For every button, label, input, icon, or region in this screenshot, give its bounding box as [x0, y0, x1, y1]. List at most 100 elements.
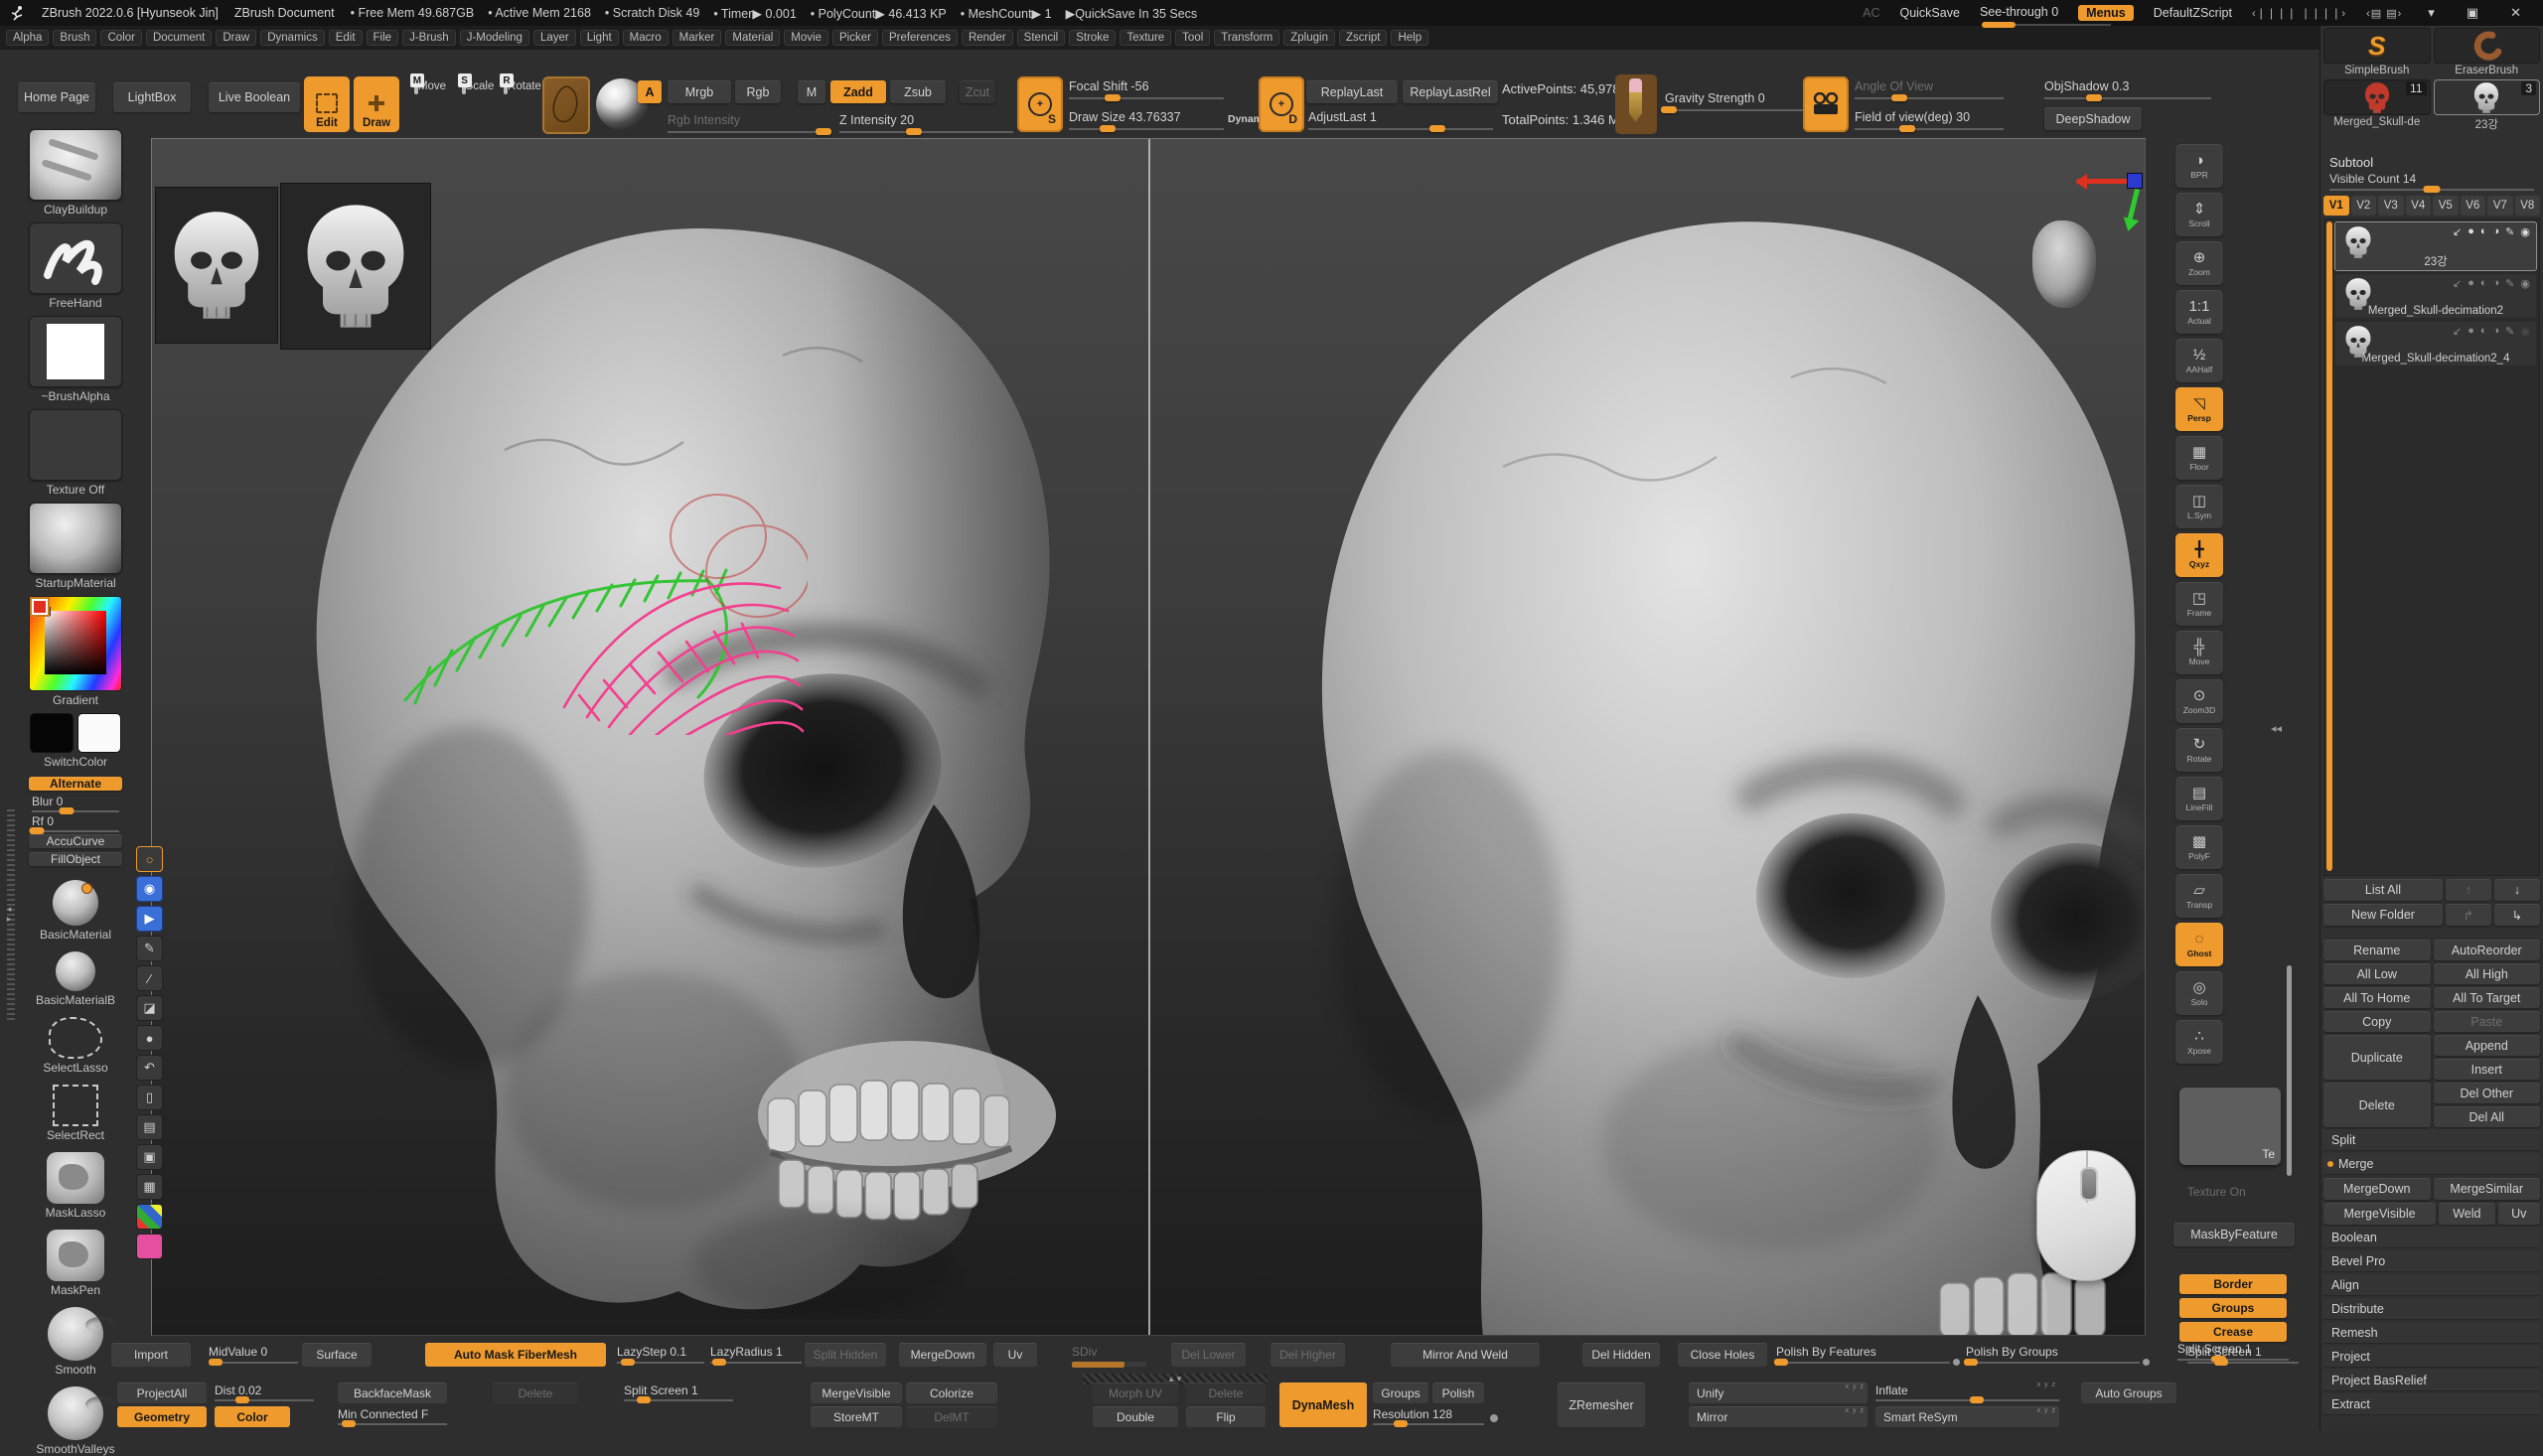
mirror-button[interactable]: Mirrorx y z [1689, 1406, 1868, 1427]
field-of-view-slider[interactable]: Field of view(deg) 30 [1855, 110, 2004, 130]
section-header[interactable]: Bevel Pro [2323, 1250, 2540, 1272]
move-button[interactable]: M Move [409, 80, 451, 92]
projection-delete-button[interactable]: Delete [493, 1383, 578, 1403]
mergevisible-button[interactable]: MergeVisible [2323, 1203, 2436, 1225]
lazystep-slider[interactable]: LazyStep 0.1 [617, 1343, 704, 1367]
tool-slot-current[interactable]: 3 23강 [2434, 79, 2541, 132]
draw-button[interactable]: Draw [354, 76, 399, 132]
move-into-button[interactable]: ↳ [2494, 904, 2540, 926]
all-to-home-button[interactable]: All To Home [2323, 987, 2431, 1008]
live-boolean-button[interactable]: Live Boolean [209, 82, 300, 112]
ghost-button[interactable]: ◌ Ghost [2175, 923, 2223, 966]
uv-merge-button[interactable]: Uv [2498, 1203, 2540, 1225]
camera-icon[interactable] [1803, 76, 1849, 132]
subtool-variant-tab[interactable]: V6 [2461, 196, 2486, 216]
flip-button[interactable]: Flip [1186, 1406, 1266, 1427]
menu-item[interactable]: J-Brush [402, 30, 456, 46]
uv-toggle-icon[interactable]: ◐ [2480, 277, 2487, 290]
menu-item[interactable]: Picker [832, 30, 878, 46]
mask-groups-button[interactable]: Groups [2179, 1298, 2287, 1318]
close-holes-button[interactable]: Close Holes [1678, 1343, 1767, 1367]
obj-shadow-slider[interactable]: ObjShadow 0.3 [2044, 79, 2211, 99]
m-button[interactable]: M [798, 80, 825, 103]
all-to-target-button[interactable]: All To Target [2434, 987, 2541, 1008]
menu-item[interactable]: Movie [784, 30, 828, 46]
section-header[interactable]: Project BasRelief [2323, 1370, 2540, 1391]
home-page-button[interactable]: Home Page [18, 82, 95, 112]
tray-resize-handle[interactable] [7, 809, 15, 1023]
qxyz-button[interactable]: ╋ Qxyz [2175, 533, 2223, 577]
alpha-slot[interactable]: ~BrushAlpha [28, 316, 123, 403]
main-color-swatch[interactable] [30, 713, 74, 753]
zoom3d-button[interactable]: ⊙ Zoom3D [2175, 679, 2223, 723]
mask-lasso[interactable]: MaskLasso [28, 1148, 123, 1220]
select-rect[interactable]: SelectRect [28, 1081, 123, 1142]
menu-item[interactable]: File [367, 30, 399, 46]
polypaint-arrow-icon[interactable]: ↙ [2453, 225, 2462, 238]
morph-uv-button[interactable]: Morph UV [1093, 1383, 1178, 1403]
cursor-icon[interactable]: ▶ [136, 906, 163, 932]
rgb-intensity-slider[interactable]: Rgb Intensity [668, 113, 826, 133]
move3d-button[interactable]: ╬ Move [2175, 631, 2223, 674]
colorize-button[interactable]: Colorize [906, 1383, 997, 1403]
menu-item[interactable]: Material [725, 30, 780, 46]
smooth-valleys-brush[interactable]: SmoothValleys [28, 1383, 123, 1456]
dynamesh-button[interactable]: DynaMesh [1279, 1383, 1367, 1427]
rgb-button[interactable]: Rgb [735, 80, 781, 103]
menu-item[interactable]: Draw [216, 30, 256, 46]
adjust-last-slider[interactable]: AdjustLast 1 [1308, 110, 1493, 130]
menu-item[interactable]: Layer [533, 30, 576, 46]
subtool-header[interactable]: Subtool [2323, 152, 2540, 172]
del-lower-button[interactable]: Del Lower [1171, 1343, 1246, 1367]
mergevisible-bottom-button[interactable]: MergeVisible [811, 1383, 902, 1403]
subtool-variant-tab[interactable]: V5 [2433, 196, 2459, 216]
color-picker[interactable]: Gradient [28, 596, 123, 707]
texture-toggle-icon[interactable]: ◑ [2493, 277, 2500, 290]
document-thumbnail-2[interactable] [280, 183, 431, 350]
scroll-button[interactable]: ⇕ Scroll [2175, 193, 2223, 236]
linefill-button[interactable]: ▤ LineFill [2175, 777, 2223, 820]
projectall-button[interactable]: ProjectAll [117, 1383, 207, 1403]
mergesimilar-button[interactable]: MergeSimilar [2434, 1178, 2541, 1200]
default-zscript-button[interactable]: DefaultZScript [2154, 6, 2232, 20]
eraser-icon[interactable]: ◪ [136, 995, 163, 1021]
merge-section-header[interactable]: Merge [2323, 1153, 2540, 1175]
undo-icon[interactable]: ↶ [136, 1055, 163, 1081]
rotate3d-button[interactable]: ↻ Rotate [2175, 728, 2223, 772]
lazyradius-slider[interactable]: LazyRadius 1 [710, 1343, 802, 1367]
visibility-eye-icon[interactable]: ◉ [136, 876, 163, 902]
document-canvas[interactable] [151, 138, 2146, 1336]
unify-button[interactable]: Unifyx y z [1689, 1383, 1868, 1403]
basic-material-b[interactable]: BasicMaterialB [28, 947, 123, 1007]
menu-item[interactable]: J-Modeling [460, 30, 529, 46]
zsub-button[interactable]: Zsub [890, 80, 946, 103]
subtool-variant-tab[interactable]: V3 [2378, 196, 2404, 216]
menu-item[interactable]: Preferences [882, 30, 958, 46]
section-header[interactable]: Extract [2323, 1393, 2540, 1415]
menu-item[interactable]: Dynamics [260, 30, 324, 46]
sculpt-icon[interactable]: ✎ [2505, 225, 2514, 238]
polish-by-features-slider[interactable]: Polish By Features [1776, 1343, 1950, 1367]
menu-item[interactable]: Help [1391, 30, 1428, 46]
knife-icon[interactable]: ∕ [136, 965, 163, 991]
split-screen-divider[interactable] [1148, 139, 1150, 1335]
del-hidden-button[interactable]: Del Hidden [1582, 1343, 1660, 1367]
section-header[interactable]: Align [2323, 1274, 2540, 1296]
resolution-slider[interactable]: Resolution 128 [1373, 1406, 1484, 1427]
secondary-color-swatch[interactable] [77, 713, 121, 753]
min-connected-slider[interactable]: Min Connected F [338, 1406, 447, 1427]
texture-slot[interactable]: Texture Off [28, 409, 123, 497]
dist-slider[interactable]: Dist 0.02 [215, 1383, 314, 1403]
fillobject-button[interactable]: FillObject [29, 852, 122, 866]
texture-toggle-icon[interactable]: ◑ [2493, 325, 2500, 338]
transp-button[interactable]: ▱ Transp [2175, 874, 2223, 918]
zadd-button[interactable]: Zadd [830, 80, 886, 103]
light-icon[interactable]: ○ [136, 846, 163, 872]
replay-last-button[interactable]: ReplayLast [1306, 80, 1398, 103]
polypaint-toggle-icon[interactable]: ● [2468, 277, 2474, 290]
freehand-thumb[interactable] [29, 222, 122, 294]
texture-flyout-panel[interactable]: Te [2179, 1088, 2281, 1165]
list-all-button[interactable]: List All [2323, 879, 2443, 901]
menu-item[interactable]: Texture [1120, 30, 1171, 46]
menu-item[interactable]: Render [962, 30, 1013, 46]
